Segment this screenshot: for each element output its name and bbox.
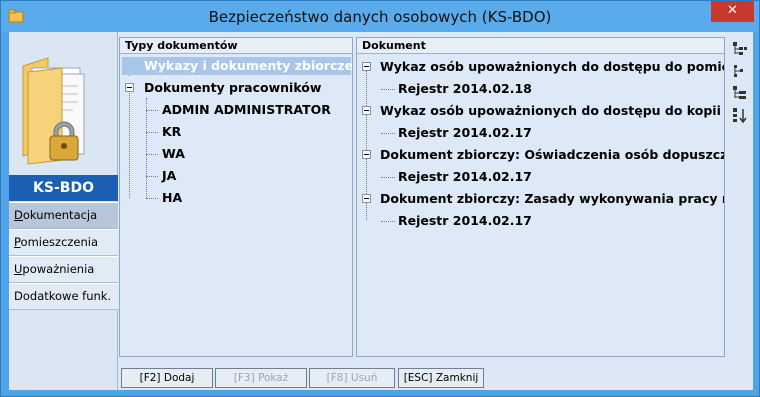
nav-item-dodatkowe[interactable]: Dodatkowe funk. xyxy=(9,283,118,310)
documents-tree[interactable]: Dokument Wykaz osób upoważnionych do dos… xyxy=(356,37,725,357)
tree-item[interactable]: HA xyxy=(120,188,352,208)
collapse-icon[interactable] xyxy=(362,150,371,159)
column-header-document: Dokument xyxy=(357,38,724,54)
nav-item-dokumentacja[interactable]: Dokumentacja xyxy=(9,202,118,229)
sidebar: KS-BDO Dokumentacja Pomieszczenia Upoważ… xyxy=(9,32,118,390)
tree-item[interactable]: WA xyxy=(120,144,352,164)
tree-item-label: Dokument zbiorczy: Oświadczenia osób dop… xyxy=(380,147,724,162)
close-window-button[interactable]: [ESC] Zamknij xyxy=(398,368,484,388)
collapse-icon[interactable] xyxy=(125,83,134,92)
tree-item[interactable]: JA xyxy=(120,166,352,186)
tree-item[interactable]: Wykaz osób upoważnionych do dostępu do p… xyxy=(357,57,724,77)
tree-item-label: Rejestr 2014.02.18 xyxy=(398,81,532,96)
column-header-types: Typy dokumentów xyxy=(120,38,352,54)
nav-item-hotkey: D xyxy=(14,208,23,222)
expand-all-icon[interactable] xyxy=(731,41,749,59)
tree-item-label: Rejestr 2014.02.17 xyxy=(398,213,532,228)
tree-item-label: WA xyxy=(162,146,185,161)
tree-item[interactable]: Rejestr 2014.02.17 xyxy=(357,211,724,231)
nav-item-label: Dodatkowe funk. xyxy=(14,289,112,303)
collapse-icon[interactable] xyxy=(362,62,371,71)
tree-item-label: HA xyxy=(162,190,183,205)
nav-item-label: poważnienia xyxy=(22,262,95,276)
tree-item[interactable]: Rejestr 2014.02.17 xyxy=(357,167,724,187)
brand-label: KS-BDO xyxy=(9,175,118,201)
tree-item[interactable]: Dokument zbiorczy: Oświadczenia osób dop… xyxy=(357,145,724,165)
main-window: Bezpieczeństwo danych osobowych (KS-BDO)… xyxy=(0,0,760,397)
tree-item-label: Wykazy i dokumenty zbiorcze xyxy=(144,58,352,73)
tree-view-icon[interactable] xyxy=(731,85,749,103)
title-bar[interactable]: Bezpieczeństwo danych osobowych (KS-BDO)… xyxy=(1,1,759,32)
tree-item[interactable]: KR xyxy=(120,122,352,142)
nav-item-label: omieszczenia xyxy=(20,235,99,249)
tree-item[interactable]: Wykazy i dokumenty zbiorcze xyxy=(120,56,352,76)
tree-item[interactable]: Rejestr 2014.02.17 xyxy=(357,123,724,143)
tree-item-label: KR xyxy=(162,124,182,139)
tree-item-label: Wykaz osób upoważnionych do dostępu do k… xyxy=(380,103,724,118)
close-button[interactable]: ✕ xyxy=(711,1,754,22)
tree-item-label: Dokumenty pracowników xyxy=(144,80,322,95)
client-area: KS-BDO Dokumentacja Pomieszczenia Upoważ… xyxy=(9,32,753,390)
tree-item-label: ADMIN ADMINISTRATOR xyxy=(162,102,331,117)
tree-item[interactable]: ADMIN ADMINISTRATOR xyxy=(120,100,352,120)
nav-item-label: okumentacja xyxy=(22,208,98,222)
nav-item-pomieszczenia[interactable]: Pomieszczenia xyxy=(9,229,118,256)
document-types-tree[interactable]: Typy dokumentów Wykazy i dokumenty zbior… xyxy=(119,37,353,357)
tree-item-label: Rejestr 2014.02.17 xyxy=(398,169,532,184)
tree-item-label: Dokument zbiorczy: Zasady wykonywania pr… xyxy=(380,191,724,206)
collapse-icon[interactable] xyxy=(362,106,371,115)
tree-item[interactable]: Rejestr 2014.02.18 xyxy=(357,79,724,99)
delete-button[interactable]: [F8] Usuń xyxy=(309,368,395,388)
tree-item-label: Rejestr 2014.02.17 xyxy=(398,125,532,140)
folder-lock-logo xyxy=(22,57,85,165)
show-button[interactable]: [F3] Pokaż xyxy=(215,368,307,388)
nav-item-upowaznienia[interactable]: Upoważnienia xyxy=(9,256,118,283)
window-title: Bezpieczeństwo danych osobowych (KS-BDO) xyxy=(208,8,552,26)
add-button[interactable]: [F2] Dodaj xyxy=(121,368,213,388)
tree-item-label: JA xyxy=(162,168,177,183)
collapse-icon[interactable] xyxy=(362,194,371,203)
tree-item[interactable]: Wykaz osób upoważnionych do dostępu do k… xyxy=(357,101,724,121)
tree-item[interactable]: Dokument zbiorczy: Zasady wykonywania pr… xyxy=(357,189,724,209)
tree-item[interactable]: Dokumenty pracowników xyxy=(120,78,352,98)
sort-icon[interactable] xyxy=(731,107,749,125)
collapse-all-icon[interactable] xyxy=(731,63,749,81)
tree-item-label: Wykaz osób upoważnionych do dostępu do p… xyxy=(380,59,724,74)
